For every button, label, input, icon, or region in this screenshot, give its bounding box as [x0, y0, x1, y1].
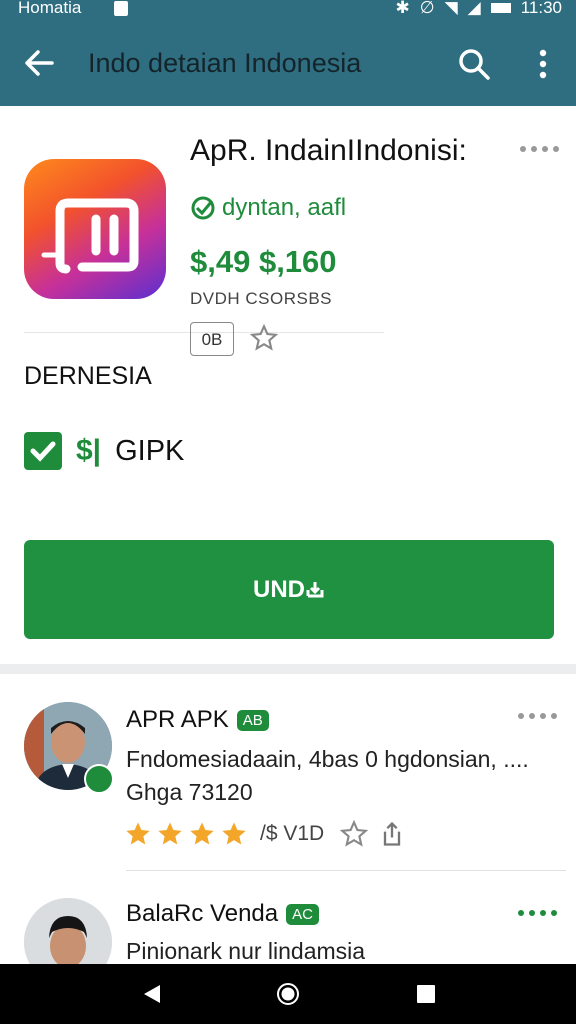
star-outline-icon[interactable]: [340, 820, 369, 848]
star-icon: [126, 822, 150, 845]
content-rating-badge: 0B: [190, 322, 234, 356]
nav-back-icon[interactable]: [140, 982, 164, 1006]
more-vert-icon[interactable]: [528, 46, 558, 82]
review-text: Fndomesiadaain, 4bas 0 hgdonsian, ....: [126, 746, 529, 772]
review-text: Pinionark nur lindamsia: [126, 938, 366, 964]
review-badge: AC: [286, 903, 319, 925]
feature-label: GIPK: [115, 434, 185, 467]
divider: [126, 870, 566, 871]
feature-symbol: $|: [76, 434, 102, 467]
back-arrow-icon[interactable]: [22, 46, 56, 80]
review-more-icon[interactable]: [518, 713, 557, 719]
search-icon[interactable]: [456, 46, 492, 82]
signal-icon: ◢: [467, 0, 481, 17]
star-icon: [222, 822, 246, 845]
star-icon: [190, 822, 214, 845]
app-icon: [24, 159, 166, 299]
developer-link[interactable]: dyntan, aafl: [190, 194, 346, 222]
reviews-card: APR APK AB Fndomesiadaain, 4bas 0 hgdons…: [0, 674, 576, 986]
share-icon[interactable]: [378, 820, 406, 848]
review-text-2: Ghga 73120: [126, 779, 253, 805]
review-author-name: APR APK: [126, 706, 229, 733]
review-badge: AB: [236, 709, 269, 731]
wifi-icon: ◥: [444, 0, 458, 17]
install-button[interactable]: UND: [24, 540, 554, 639]
nav-recents-icon[interactable]: [414, 982, 438, 1006]
mute-icon: ∅: [419, 0, 435, 17]
app-name: ApR. IndainIIndonisi:: [190, 134, 467, 167]
review-author-1[interactable]: APR APK AB: [126, 706, 269, 734]
review-more-icon[interactable]: [518, 910, 557, 916]
status-bar: Homatia ✱ ∅ ◥ ◢ 11:30: [0, 0, 576, 22]
section-label: DERNESIA: [24, 362, 152, 390]
bluetooth-icon: ✱: [395, 0, 410, 17]
feature-row: $| GIPK: [24, 432, 184, 470]
review-author-name: BalaRc Venda: [126, 900, 279, 927]
battery-icon: [490, 3, 511, 13]
app-bar: Indo detaian Indonesia: [0, 22, 576, 106]
review-author-2[interactable]: BalaRc Venda AC: [126, 900, 319, 928]
online-badge-icon: [84, 764, 114, 794]
app-price: $,49 $,160: [190, 244, 337, 279]
download-icon: [306, 581, 324, 597]
review-rating: /$ V1D: [124, 820, 406, 848]
check-icon: [24, 432, 62, 470]
status-icons: ✱ ∅ ◥ ◢ 11:30: [396, 0, 563, 18]
star-icon: [158, 822, 182, 845]
overflow-menu-icon[interactable]: [520, 146, 559, 152]
page-title: Indo detaian Indonesia: [88, 48, 362, 78]
app-subline: DVDH CSORSBS: [190, 289, 333, 308]
developer-name: dyntan, aafl: [222, 194, 347, 221]
system-nav-bar: [0, 964, 576, 1024]
install-label: UND: [253, 575, 305, 603]
star-outline-icon[interactable]: [250, 324, 278, 352]
carrier-label: Homatia: [18, 0, 82, 17]
clock: 11:30: [520, 0, 562, 17]
app-detail-card: ApR. IndainIIndonisi: dyntan, aafl $,49 …: [0, 106, 576, 664]
verified-icon: [191, 196, 215, 220]
app-logo-icon: [41, 198, 139, 274]
sim-icon: [114, 1, 128, 16]
review-meta: /$ V1D: [260, 822, 325, 845]
nav-home-icon[interactable]: [276, 982, 300, 1006]
